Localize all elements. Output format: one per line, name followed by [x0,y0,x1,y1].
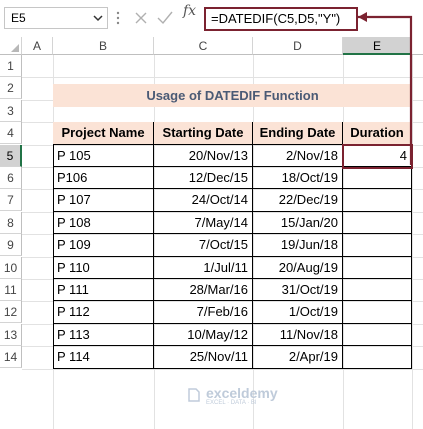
table-header[interactable]: Ending Date [253,122,343,145]
gridline [412,55,413,429]
project-name-cell[interactable]: P 113 [53,323,154,347]
more-options-icon[interactable] [115,10,121,26]
row-header-12[interactable]: 12 [0,301,22,324]
project-name-cell[interactable]: P 109 [53,234,154,257]
name-box[interactable]: E5 [4,7,108,29]
exceldemy-watermark: exceldemy EXCEL · DATA · BI [186,384,316,406]
ending-date-cell[interactable]: 31/Oct/19 [253,279,343,302]
duration-cell[interactable] [343,167,412,190]
cancel-icon[interactable] [134,11,148,25]
gridline [22,77,423,79]
row-header-2[interactable]: 2 [0,77,22,100]
project-name-cell[interactable]: P 110 [53,256,154,279]
starting-date-cell[interactable]: 10/May/12 [154,323,253,347]
starting-date-cell[interactable]: 7/May/14 [154,211,253,235]
duration-cell[interactable] [343,211,412,235]
project-name-cell[interactable]: P 108 [53,211,154,235]
project-name-cell[interactable]: P 107 [53,189,154,212]
column-header-c[interactable]: C [154,37,253,55]
duration-cell[interactable] [343,301,412,324]
row-header-7[interactable]: 7 [0,189,22,212]
column-header-a[interactable]: A [22,37,53,55]
starting-date-cell[interactable]: 24/Oct/14 [154,189,253,212]
duration-cell[interactable] [343,346,412,369]
project-name-cell[interactable]: P106 [53,167,154,190]
project-name-cell[interactable]: P 114 [53,346,154,369]
formula-bar: E5 fx =DATEDIF(C5,D5,"Y") [0,0,423,36]
row-header-5[interactable]: 5 [0,144,22,167]
watermark-word: exceldemy [206,385,278,401]
column-header-b[interactable]: B [53,37,154,55]
project-name-cell[interactable]: P 112 [53,301,154,324]
ending-date-cell[interactable]: 22/Dec/19 [253,189,343,212]
ending-date-cell[interactable]: 1/Oct/19 [253,301,343,324]
starting-date-cell[interactable]: 12/Dec/15 [154,167,253,190]
logo-icon [188,388,200,402]
insert-function-icon[interactable]: fx [183,3,196,19]
duration-cell[interactable] [343,279,412,302]
ending-date-cell[interactable]: 18/Oct/19 [253,167,343,190]
row-header-10[interactable]: 10 [0,256,22,279]
starting-date-cell[interactable]: 7/Feb/16 [154,301,253,324]
chevron-down-icon[interactable] [92,11,104,25]
duration-cell[interactable] [343,323,412,347]
starting-date-cell[interactable]: 7/Oct/15 [154,234,253,257]
duration-cell[interactable] [343,234,412,257]
row-header-8[interactable]: 8 [0,211,22,234]
ending-date-cell[interactable]: 19/Jun/18 [253,234,343,257]
ending-date-cell[interactable]: 20/Aug/19 [253,256,343,279]
column-header-d[interactable]: D [253,37,343,55]
starting-date-cell[interactable]: 28/Mar/16 [154,279,253,302]
ending-date-cell[interactable]: 2/Apr/19 [253,346,343,369]
starting-date-cell[interactable]: 25/Nov/11 [154,346,253,369]
row-header-14[interactable]: 14 [0,346,22,369]
gridline [22,368,423,370]
row-header-6[interactable]: 6 [0,167,22,189]
duration-cell[interactable] [343,189,412,212]
starting-date-cell[interactable]: 20/Nov/13 [154,144,253,167]
project-name-cell[interactable]: P 105 [53,144,154,167]
table-header[interactable]: Duration [343,122,412,145]
row-header-13[interactable]: 13 [0,323,22,346]
row-header-9[interactable]: 9 [0,234,22,257]
row-header-4[interactable]: 4 [0,122,22,145]
duration-cell[interactable] [343,256,412,279]
table-header[interactable]: Project Name [53,122,154,145]
name-box-value: E5 [11,11,26,25]
ending-date-cell[interactable]: 2/Nov/18 [253,144,343,167]
formula-input[interactable]: =DATEDIF(C5,D5,"Y") [204,7,358,31]
watermark-sub: EXCEL · DATA · BI [206,400,257,406]
row-header-11[interactable]: 11 [0,279,22,301]
sheet-title[interactable]: Usage of DATEDIF Function [53,84,412,107]
table-header[interactable]: Starting Date [154,122,253,145]
row-header-1[interactable]: 1 [0,55,22,77]
selected-cell-outline [342,143,413,169]
ending-date-cell[interactable]: 15/Jan/20 [253,211,343,235]
project-name-cell[interactable]: P 111 [53,279,154,302]
ending-date-cell[interactable]: 11/Nov/18 [253,323,343,347]
column-header-e[interactable]: E [343,37,412,55]
row-header-3[interactable]: 3 [0,99,22,122]
select-all-corner[interactable] [0,37,22,55]
column-header-f[interactable] [412,37,423,55]
starting-date-cell[interactable]: 1/Jul/11 [154,256,253,279]
enter-check-icon[interactable] [157,11,173,25]
